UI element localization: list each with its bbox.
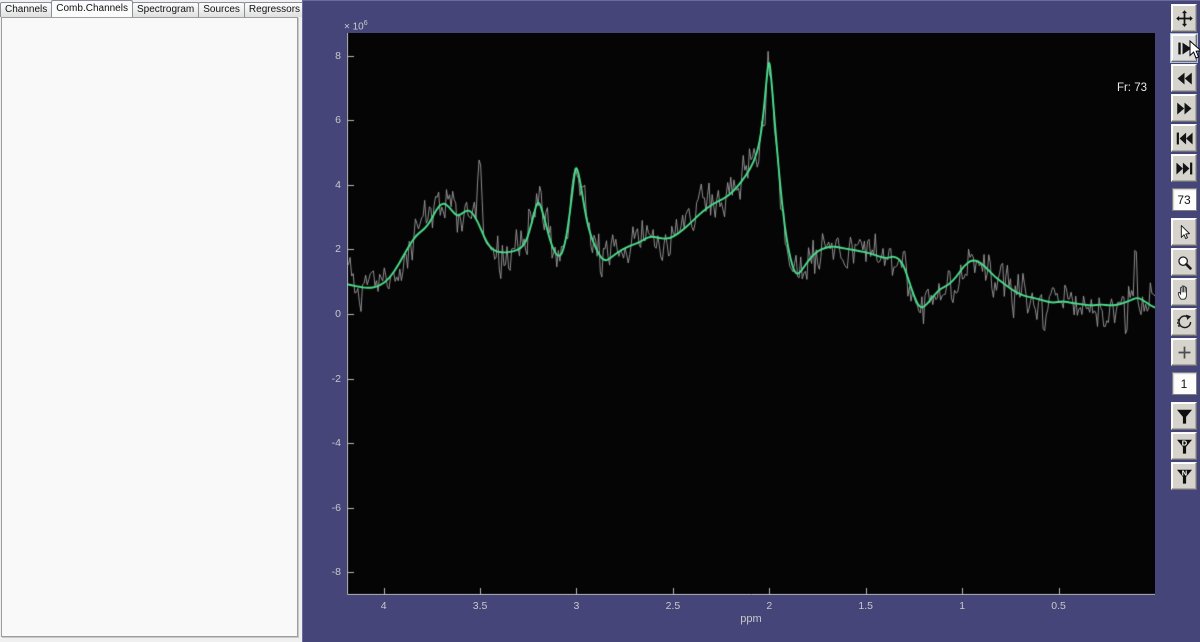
x-tick-label: 1 xyxy=(959,600,965,612)
y-tick-label: -2 xyxy=(332,373,341,385)
crosshair-icon xyxy=(1175,343,1194,362)
pan-tool-button[interactable] xyxy=(1171,4,1197,32)
rotate-icon xyxy=(1175,313,1194,332)
app-window: Channels Comb.Channels Spectrogram Sourc… xyxy=(0,0,1200,642)
cursor-icon xyxy=(1175,223,1194,242)
crosshair-tool-button[interactable] xyxy=(1171,338,1197,366)
tab-bar: Channels Comb.Channels Spectrogram Sourc… xyxy=(0,0,302,17)
figure-pane: × 106 Fr: 73 ppm 4 3.5 3 2.5 2 1.5 1 0.5 -8 -6 -4 -… xyxy=(302,0,1200,642)
comb-channels-panel xyxy=(1,17,298,637)
tab-comb-channels[interactable]: Comb.Channels xyxy=(51,0,133,17)
x-tick-label: 3.5 xyxy=(473,600,488,612)
x-tick-label: 2 xyxy=(766,600,772,612)
x-tick-label: 1.5 xyxy=(858,600,873,612)
x-tick-label: 3 xyxy=(574,600,580,612)
skip-to-end-button[interactable] xyxy=(1171,154,1197,182)
skip-to-start-button[interactable] xyxy=(1171,124,1197,152)
hand-icon xyxy=(1175,283,1194,302)
spectrum-canvas[interactable] xyxy=(347,33,1155,595)
rotate-tool-button[interactable] xyxy=(1171,308,1197,336)
rewind-button[interactable] xyxy=(1171,64,1197,92)
y-tick-label: -4 xyxy=(332,437,341,449)
y-tick-label: 4 xyxy=(335,179,341,191)
rewind-icon xyxy=(1175,69,1194,88)
frame-number-label: Fr: 73 xyxy=(1117,82,1147,94)
x-tick-label: 2.5 xyxy=(666,600,681,612)
y-tick-label: 2 xyxy=(335,243,341,255)
funnel-n-icon: N xyxy=(1175,467,1194,486)
svg-text:N: N xyxy=(1181,468,1186,477)
filter-d-button[interactable]: D xyxy=(1171,432,1197,460)
x-tick-label: 0.5 xyxy=(1051,600,1066,612)
y-tick-label: 6 xyxy=(335,114,341,126)
skip-end-icon xyxy=(1175,159,1194,178)
fast-forward-button[interactable] xyxy=(1171,94,1197,122)
play-step-icon xyxy=(1175,39,1194,58)
left-pane: Channels Comb.Channels Spectrogram Sourc… xyxy=(0,0,302,642)
plot-axes[interactable]: × 106 Fr: 73 ppm 43.532.521.510.5-8-6-4-… xyxy=(347,33,1155,595)
tab-channels[interactable]: Channels xyxy=(0,2,52,17)
y-tick-label: 8 xyxy=(335,50,341,62)
y-tick-label: 0 xyxy=(335,308,341,320)
magnifier-icon xyxy=(1175,253,1194,272)
funnel-icon xyxy=(1175,407,1194,426)
hand-tool-button[interactable] xyxy=(1171,278,1197,306)
pointer-tool-button[interactable] xyxy=(1171,218,1197,246)
x-tick-label: 4 xyxy=(381,600,387,612)
step-size-field[interactable] xyxy=(1172,372,1197,395)
tab-sources[interactable]: Sources xyxy=(198,2,245,17)
frame-number-field[interactable] xyxy=(1172,188,1197,211)
tab-regressors[interactable]: Regressors xyxy=(244,2,302,17)
y-tick-label: -6 xyxy=(332,502,341,514)
svg-text:D: D xyxy=(1181,438,1187,447)
tab-spectrogram[interactable]: Spectrogram xyxy=(132,2,199,17)
play-step-button[interactable] xyxy=(1171,34,1197,62)
y-axis-exponent-label: × 106 xyxy=(344,20,368,32)
toolbar: DN xyxy=(1171,4,1197,490)
funnel-d-icon: D xyxy=(1175,437,1194,456)
y-tick-label: -8 xyxy=(332,566,341,578)
move-icon xyxy=(1175,9,1194,28)
fast-forward-icon xyxy=(1175,99,1194,118)
filter-button[interactable] xyxy=(1171,402,1197,430)
x-axis-label: ppm xyxy=(740,613,761,625)
zoom-tool-button[interactable] xyxy=(1171,248,1197,276)
skip-start-icon xyxy=(1175,129,1194,148)
filter-n-button[interactable]: N xyxy=(1171,462,1197,490)
